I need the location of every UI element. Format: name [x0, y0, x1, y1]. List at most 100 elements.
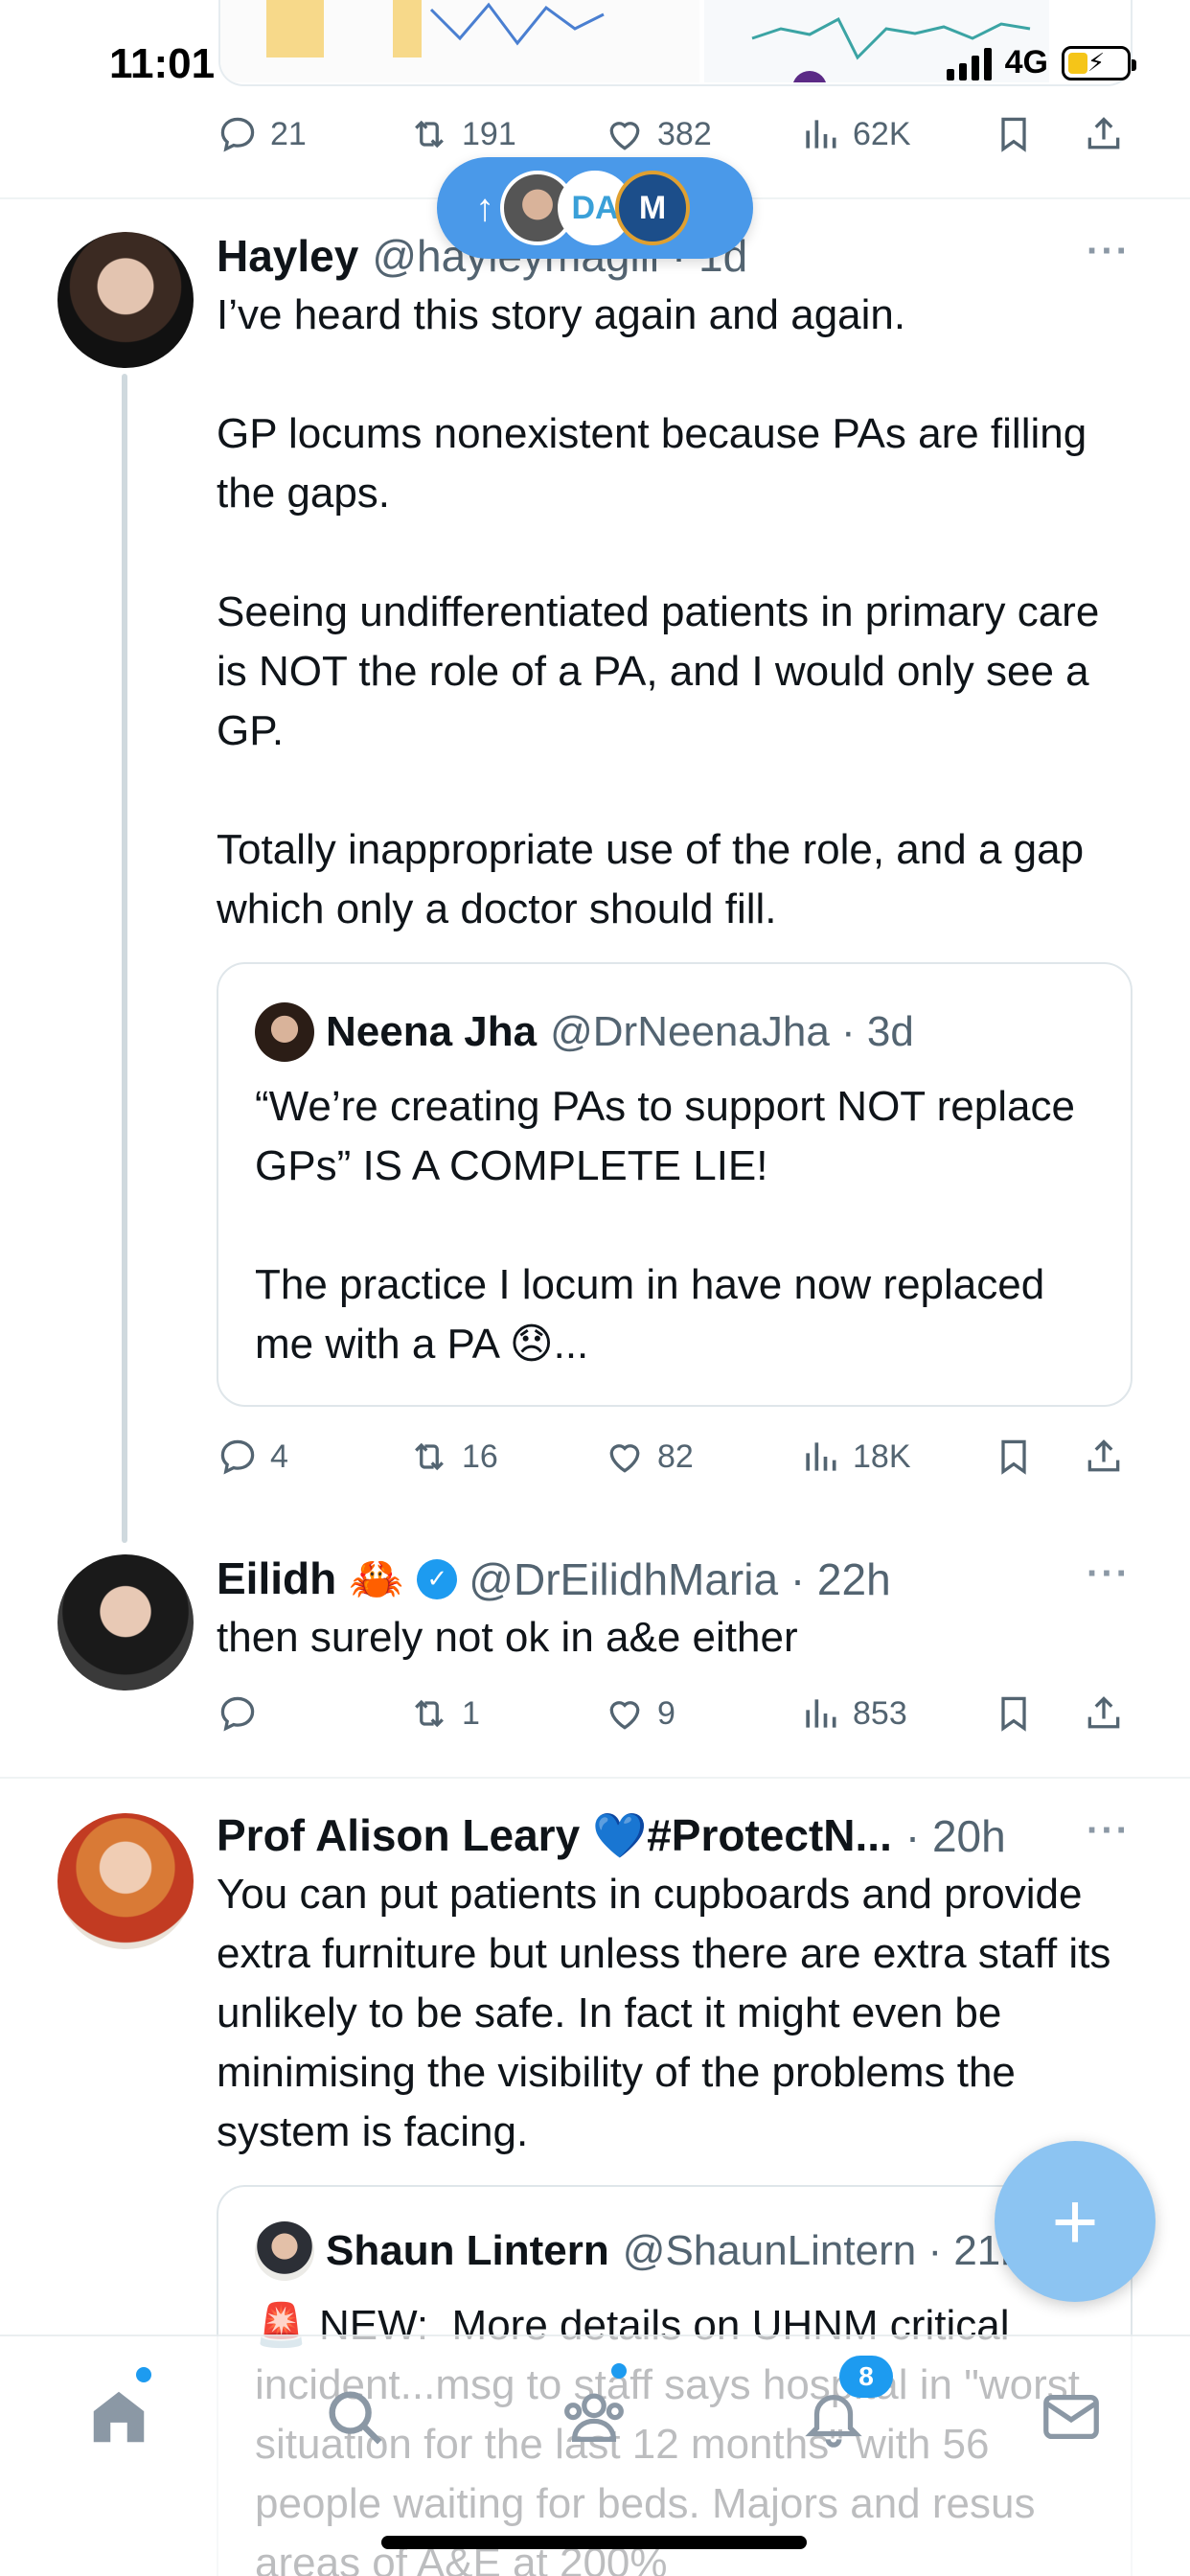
chart-thumbnail-left	[220, 0, 699, 82]
compose-button[interactable]: +	[995, 2141, 1156, 2302]
like-icon	[609, 1444, 640, 1473]
repost-count: 191	[462, 115, 516, 152]
like-count: 82	[657, 1438, 694, 1475]
reply-icon	[220, 117, 255, 152]
quoted-tweet[interactable]: Neena Jha @DrNeenaJha · 3d “We’re creati…	[217, 962, 1133, 1407]
avatar-alison[interactable]	[57, 1813, 194, 1949]
repost-icon	[415, 120, 444, 149]
avatar-eilidh[interactable]	[57, 1554, 194, 1690]
pill-avatar-3: M	[615, 171, 690, 245]
like-icon	[609, 122, 640, 150]
tweet-text: then surely not ok in a&e either	[217, 1614, 798, 1661]
like-button[interactable]: 382	[604, 113, 712, 155]
more-options-icon[interactable]: ···	[1087, 230, 1131, 273]
reply-icon	[220, 1696, 255, 1732]
repost-button[interactable]: 191	[408, 113, 516, 155]
divider	[0, 1777, 1190, 1779]
compose-icon: +	[1051, 2175, 1099, 2266]
avatar-neena	[255, 1002, 314, 1062]
status-indicators: 4G ⚡	[946, 44, 1136, 81]
like-button[interactable]: 82	[604, 1436, 694, 1478]
quoted-author-handle: @ShaunLintern · 21h	[622, 2227, 1024, 2274]
bookmark-icon	[1001, 117, 1026, 152]
like-count: 9	[657, 1694, 675, 1732]
tweet-header: Prof Alison Leary 💙#ProtectN... · 20h	[217, 1809, 1006, 1862]
arrow-up-icon: ↑	[475, 186, 494, 229]
views-icon	[806, 120, 836, 149]
author-name[interactable]: Prof Alison Leary 💙#ProtectN...	[217, 1809, 892, 1862]
tab-messages[interactable]	[1033, 2379, 1110, 2455]
bookmark-button[interactable]	[993, 1436, 1035, 1478]
home-indicator	[381, 2536, 807, 2549]
repost-button[interactable]: 1	[408, 1692, 480, 1735]
reply-button[interactable]: 4	[217, 1436, 288, 1478]
like-button[interactable]: 9	[604, 1692, 675, 1735]
avatar-shaun	[255, 2221, 314, 2281]
views-count: 18K	[853, 1438, 911, 1475]
quoted-tweet-text: “We’re creating PAs to support NOT repla…	[255, 1083, 1075, 1368]
home-unread-dot	[136, 2367, 151, 2382]
notifications-badge: 8	[839, 2356, 893, 2398]
reply-count: 4	[270, 1438, 288, 1475]
views-count: 853	[853, 1694, 907, 1732]
quoted-tweet-header: Neena Jha @DrNeenaJha · 3d	[255, 1002, 914, 1062]
new-posts-pill[interactable]: ↑ DA M	[437, 157, 753, 259]
status-time: 11:01	[109, 40, 216, 87]
tweet-actions: 1 9 853	[217, 1687, 1136, 1740]
views-icon	[806, 1699, 836, 1728]
messages-icon	[1043, 2394, 1099, 2440]
like-icon	[609, 1701, 640, 1730]
author-handle[interactable]: @DrEilidhMaria · 22h	[469, 1553, 890, 1605]
tweet-text: You can put patients in cupboards and pr…	[217, 1871, 1123, 2155]
repost-icon	[415, 1442, 444, 1471]
tab-search[interactable]	[316, 2379, 393, 2455]
battery-charging-icon: ⚡	[1062, 45, 1136, 80]
author-handle[interactable]: · 20h	[905, 1810, 1006, 1862]
bookmark-icon	[1001, 1696, 1026, 1732]
views-button[interactable]: 62K	[799, 113, 911, 155]
reply-button[interactable]: 21	[217, 113, 307, 155]
views-icon	[806, 1442, 836, 1471]
tab-communities[interactable]	[556, 2379, 632, 2455]
views-button[interactable]: 853	[799, 1692, 907, 1735]
quoted-author-handle: @DrNeenaJha · 3d	[550, 1008, 914, 1055]
thread-line	[122, 374, 127, 1543]
views-count: 62K	[853, 115, 911, 152]
repost-count: 16	[462, 1438, 498, 1475]
home-icon	[93, 2391, 145, 2443]
share-button[interactable]	[1083, 1692, 1125, 1735]
more-options-icon[interactable]: ···	[1087, 1809, 1131, 1852]
views-button[interactable]: 18K	[799, 1436, 911, 1478]
verified-badge-icon: ✓	[417, 1558, 458, 1599]
author-name[interactable]: Hayley	[217, 230, 358, 282]
search-icon	[329, 2391, 382, 2445]
bookmark-button[interactable]	[993, 1692, 1035, 1735]
share-icon	[1087, 1439, 1120, 1472]
cellular-signal-icon	[946, 46, 992, 80]
previous-tweet-actions: 21 191 382 62K	[217, 107, 1136, 161]
tweet-text: I’ve heard this story again and again. G…	[217, 291, 1100, 932]
share-icon	[1087, 1696, 1120, 1729]
tweet-actions: 4 16 82 18K	[217, 1430, 1136, 1484]
tweet-header: Eilidh 🦀 ✓ @DrEilidhMaria · 22h	[217, 1552, 891, 1605]
bookmark-button[interactable]	[993, 113, 1035, 155]
communities-unread-dot	[611, 2363, 627, 2379]
share-button[interactable]	[1083, 1436, 1125, 1478]
quoted-author-name: Neena Jha	[326, 1008, 538, 1055]
repost-count: 1	[462, 1694, 480, 1732]
quoted-author-name: Shaun Lintern	[326, 2227, 609, 2274]
author-name[interactable]: Eilidh 🦀	[217, 1552, 403, 1605]
quoted-tweet-header: Shaun Lintern @ShaunLintern · 21h	[255, 2221, 1024, 2281]
repost-icon	[415, 1699, 444, 1728]
network-type: 4G	[1004, 44, 1048, 80]
share-button[interactable]	[1083, 113, 1125, 155]
reply-count: 21	[270, 115, 307, 152]
more-options-icon[interactable]: ···	[1087, 1552, 1131, 1596]
repost-button[interactable]: 16	[408, 1436, 498, 1478]
reply-button[interactable]	[217, 1692, 270, 1735]
reply-icon	[220, 1439, 255, 1475]
tab-home[interactable]	[80, 2379, 157, 2455]
avatar-hayley[interactable]	[57, 232, 194, 368]
communities-icon	[564, 2393, 624, 2442]
bookmark-icon	[1001, 1439, 1026, 1475]
